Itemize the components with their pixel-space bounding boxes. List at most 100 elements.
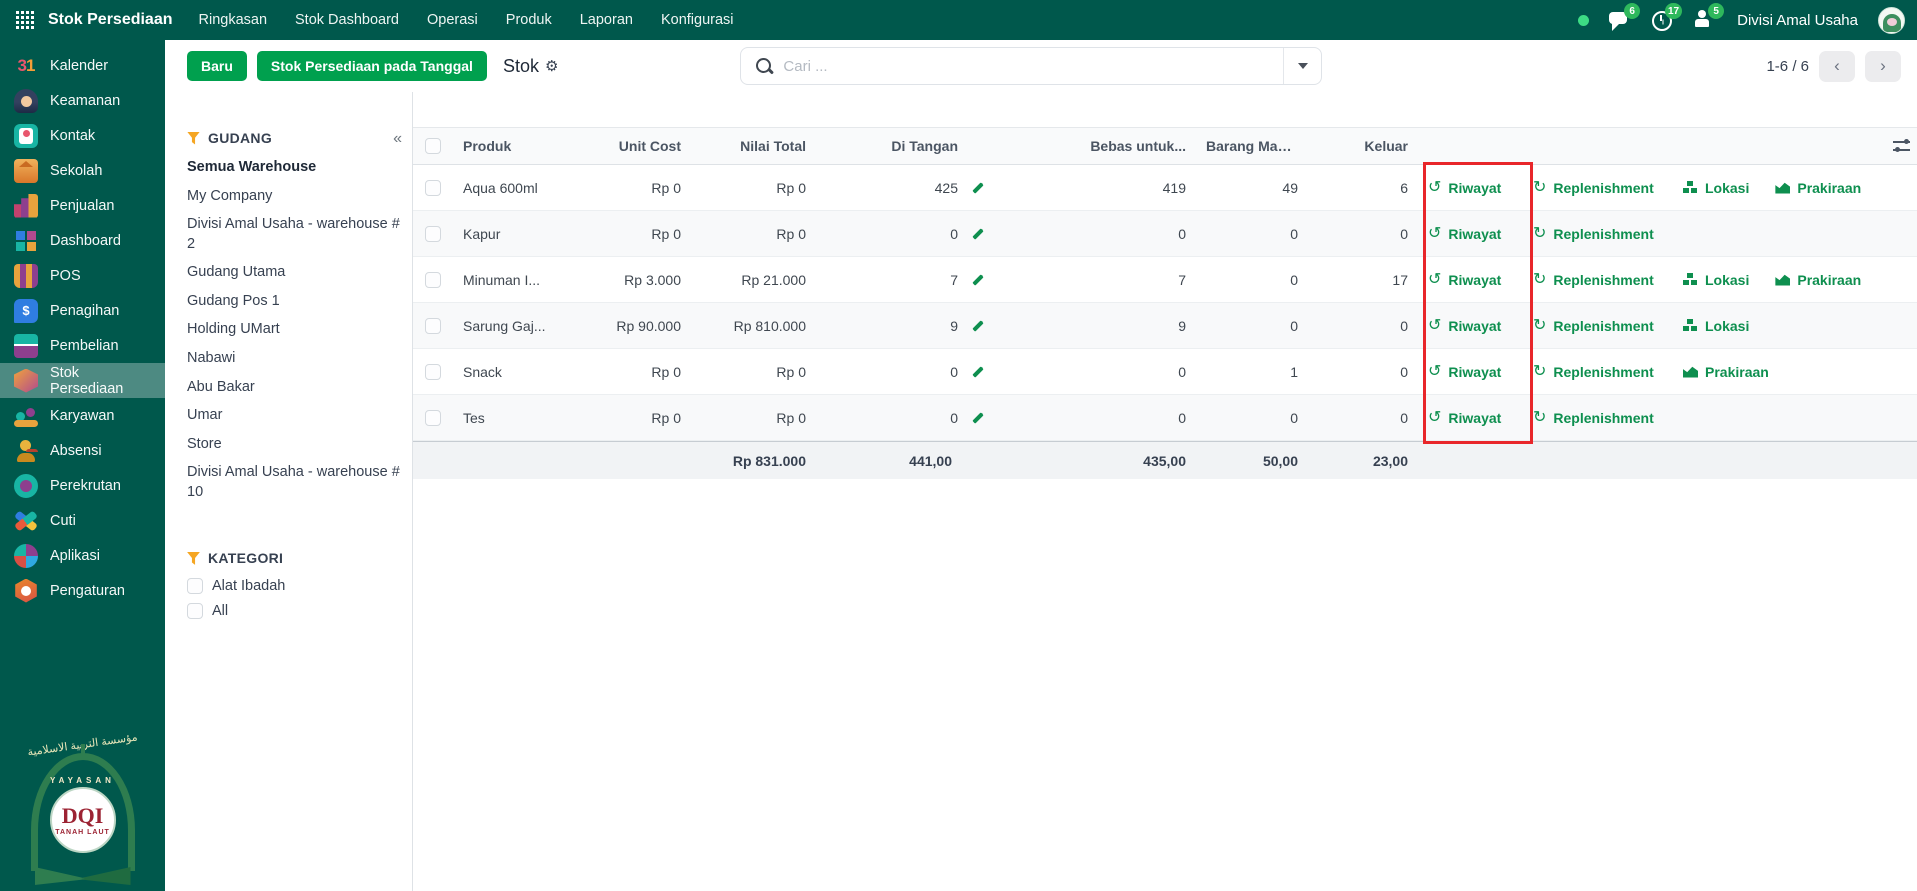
messages-icon[interactable]: 6: [1609, 3, 1641, 31]
prakiraan-button[interactable]: Prakiraan: [1775, 272, 1861, 288]
edit-pencil-icon[interactable]: [970, 226, 986, 242]
lokasi-button[interactable]: Lokasi: [1683, 318, 1749, 334]
optional-columns-icon[interactable]: [1893, 139, 1910, 153]
warehouse-filter-abu-bakar[interactable]: Abu Bakar: [187, 378, 404, 398]
replenishment-button[interactable]: ↻ Replenishment: [1533, 317, 1663, 334]
nav-menu-produk[interactable]: Produk: [506, 12, 552, 28]
row-checkbox[interactable]: [425, 179, 441, 196]
sidebar-item-penagihan[interactable]: Penagihan: [0, 293, 165, 328]
row-checkbox[interactable]: [425, 271, 441, 288]
sidebar-item-aplikasi[interactable]: Aplikasi: [0, 538, 165, 573]
warehouse-filter-umar[interactable]: Umar: [187, 406, 404, 426]
warehouse-filter-store[interactable]: Store: [187, 435, 404, 455]
nav-menu-konfigurasi[interactable]: Konfigurasi: [661, 12, 734, 28]
table-row[interactable]: Kapur Rp 0 Rp 0 0 0 0 0 ↺ Riwayat ↻ Replenishment: [413, 211, 1917, 257]
col-header-keluar[interactable]: Keluar: [1308, 138, 1418, 154]
cell-produk[interactable]: Snack: [453, 364, 583, 380]
row-checkbox[interactable]: [425, 225, 441, 242]
sidebar-item-karyawan[interactable]: Karyawan: [0, 398, 165, 433]
edit-pencil-icon[interactable]: [970, 272, 986, 288]
nav-menu-operasi[interactable]: Operasi: [427, 12, 478, 28]
prakiraan-button[interactable]: Prakiraan: [1683, 364, 1769, 380]
table-row[interactable]: Aqua 600ml Rp 0 Rp 0 425 419 49 6 ↺ Riwayat ↻ Repl…: [413, 165, 1917, 211]
sidebar-item-dashboard[interactable]: Dashboard: [0, 223, 165, 258]
warehouse-filter-semua-warehouse[interactable]: Semua Warehouse: [187, 158, 404, 178]
warehouse-filter-gudang-utama[interactable]: Gudang Utama: [187, 263, 404, 283]
warehouse-filter-holding-umart[interactable]: Holding UMart: [187, 320, 404, 340]
cell-produk[interactable]: Tes: [453, 410, 583, 426]
sidebar-item-cuti[interactable]: Cuti: [0, 503, 165, 538]
category-checkbox[interactable]: [187, 603, 203, 620]
category-filter-alat-ibadah[interactable]: Alat Ibadah: [187, 578, 404, 595]
col-header-nilai-total[interactable]: Nilai Total: [691, 138, 816, 154]
sidebar-item-penjualan[interactable]: Penjualan: [0, 188, 165, 223]
pager-prev-button[interactable]: ‹: [1819, 50, 1855, 82]
sidebar-item-pembelian[interactable]: Pembelian: [0, 328, 165, 363]
activities-icon[interactable]: 17: [1651, 3, 1683, 31]
user-avatar[interactable]: [1878, 6, 1905, 34]
search-dropdown-toggle[interactable]: [1283, 48, 1321, 84]
warehouse-filter-divisi-amal-usaha-warehouse-2[interactable]: Divisi Amal Usaha - warehouse # 2: [187, 215, 404, 254]
riwayat-button[interactable]: ↺ Riwayat: [1428, 271, 1513, 288]
stock-at-date-button[interactable]: Stok Persediaan pada Tanggal: [256, 51, 487, 81]
col-header-di-tangan[interactable]: Di Tangan: [816, 138, 996, 154]
app-title[interactable]: Stok Persediaan: [48, 11, 173, 29]
replenishment-button[interactable]: ↻ Replenishment: [1533, 225, 1663, 242]
gear-icon[interactable]: ⚙: [545, 57, 558, 75]
col-header-produk[interactable]: Produk: [453, 138, 583, 154]
sidebar-item-pos[interactable]: POS: [0, 258, 165, 293]
requests-icon[interactable]: 5: [1693, 3, 1725, 30]
sidebar-item-absensi[interactable]: Absensi: [0, 433, 165, 468]
lokasi-button[interactable]: Lokasi: [1683, 180, 1749, 196]
table-row[interactable]: Tes Rp 0 Rp 0 0 0 0 0 ↺ Riwayat ↻ Replenishment: [413, 395, 1917, 441]
new-button[interactable]: Baru: [187, 51, 247, 81]
table-row[interactable]: Snack Rp 0 Rp 0 0 0 1 0 ↺ Riwayat ↻ Replenishment P…: [413, 349, 1917, 395]
prakiraan-button[interactable]: Prakiraan: [1775, 180, 1861, 196]
riwayat-button[interactable]: ↺ Riwayat: [1428, 179, 1513, 196]
replenishment-button[interactable]: ↻ Replenishment: [1533, 409, 1663, 426]
company-name[interactable]: Divisi Amal Usaha: [1737, 12, 1858, 29]
col-header-barang-masuk[interactable]: Barang Masuk: [1196, 138, 1308, 154]
cell-produk[interactable]: Aqua 600ml: [453, 180, 583, 196]
sidebar-item-keamanan[interactable]: Keamanan: [0, 83, 165, 118]
col-header-bebas[interactable]: Bebas untuk...: [996, 138, 1196, 154]
warehouse-filter-divisi-amal-usaha-warehouse-10[interactable]: Divisi Amal Usaha - warehouse # 10: [187, 463, 404, 502]
row-checkbox[interactable]: [425, 363, 441, 380]
collapse-panel-icon[interactable]: «: [393, 130, 402, 148]
cell-produk[interactable]: Sarung Gaj...: [453, 318, 583, 334]
riwayat-button[interactable]: ↺ Riwayat: [1428, 363, 1513, 380]
lokasi-button[interactable]: Lokasi: [1683, 272, 1749, 288]
replenishment-button[interactable]: ↻ Replenishment: [1533, 271, 1663, 288]
row-checkbox[interactable]: [425, 409, 441, 426]
warehouse-filter-my-company[interactable]: My Company: [187, 187, 404, 207]
sidebar-item-sekolah[interactable]: Sekolah: [0, 153, 165, 188]
nav-menu-stok-dashboard[interactable]: Stok Dashboard: [295, 12, 399, 28]
riwayat-button[interactable]: ↺ Riwayat: [1428, 409, 1513, 426]
sidebar-item-stok[interactable]: Stok Persediaan: [0, 363, 165, 398]
edit-pencil-icon[interactable]: [970, 318, 986, 334]
cell-produk[interactable]: Kapur: [453, 226, 583, 242]
row-checkbox[interactable]: [425, 317, 441, 334]
category-filter-all[interactable]: All: [187, 603, 404, 620]
sidebar-item-kontak[interactable]: Kontak: [0, 118, 165, 153]
col-header-unit-cost[interactable]: Unit Cost: [583, 138, 691, 154]
sidebar-item-kalender[interactable]: 3 1 Kalender: [0, 48, 165, 83]
riwayat-button[interactable]: ↺ Riwayat: [1428, 317, 1513, 334]
warehouse-filter-nabawi[interactable]: Nabawi: [187, 349, 404, 369]
sidebar-item-perekrutan[interactable]: Perekrutan: [0, 468, 165, 503]
select-all-checkbox[interactable]: [425, 138, 441, 154]
riwayat-button[interactable]: ↺ Riwayat: [1428, 225, 1513, 242]
replenishment-button[interactable]: ↻ Replenishment: [1533, 363, 1663, 380]
table-row[interactable]: Minuman I... Rp 3.000 Rp 21.000 7 7 0 17 ↺ Riway…: [413, 257, 1917, 303]
nav-menu-ringkasan[interactable]: Ringkasan: [199, 12, 268, 28]
category-checkbox[interactable]: [187, 578, 203, 595]
cell-produk[interactable]: Minuman I...: [453, 272, 583, 288]
sidebar-item-pengaturan[interactable]: Pengaturan: [0, 573, 165, 608]
pager-next-button[interactable]: ›: [1865, 50, 1901, 82]
replenishment-button[interactable]: ↻ Replenishment: [1533, 179, 1663, 196]
warehouse-filter-gudang-pos-1[interactable]: Gudang Pos 1: [187, 292, 404, 312]
search-input[interactable]: [783, 57, 1284, 75]
apps-grid-icon[interactable]: [16, 11, 34, 29]
edit-pencil-icon[interactable]: [970, 180, 986, 196]
table-row[interactable]: Sarung Gaj... Rp 90.000 Rp 810.000 9 9 0 0 ↺ Riw…: [413, 303, 1917, 349]
